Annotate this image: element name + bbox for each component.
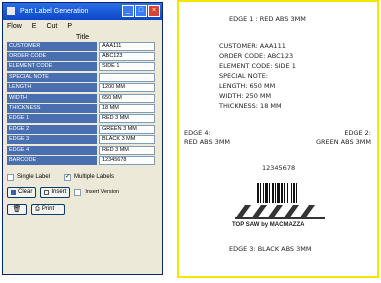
field-label: LENGTH [7,83,97,93]
edge-4-input[interactable]: RED 3 MM [99,145,155,155]
label-order-code: ORDER CODE: ABC123 [219,52,294,60]
multiple-labels-checkbox[interactable]: ✓ [64,173,72,181]
field-label: EDGE 4 [7,145,97,155]
label-barcode-number: 12345678 [262,164,296,172]
label-edge-4-title: EDGE 4: [184,129,211,137]
length-input[interactable]: 1200 MM [99,83,155,93]
label-thickness: THICKNESS: 18 MM [219,102,282,110]
label-brand: TOP SAW by MACMAZZA [232,222,305,228]
label-edge-4-value: RED ABS 3MM [184,138,231,146]
field-label: EDGE 3 [7,135,97,145]
field-label: BARCODE [7,155,97,165]
menu-item-cut[interactable]: Cut [46,20,57,33]
width-input[interactable]: 650 MM [99,93,155,103]
label-edge-2-value: GREEN ABS 3MM [315,138,371,146]
barcode-input[interactable]: 12345678 [99,155,155,165]
special-note-input[interactable] [99,72,155,82]
insert-button[interactable]: Insert [40,186,71,198]
label-edge-1: EDGE 1 : RED ABS 3MM [229,15,306,23]
app-icon [7,7,15,16]
window-titlebar: Part Label Generation _ □ × [3,3,162,20]
label-length: LENGTH: 650 MM [219,82,276,90]
single-label-text: Single Label [17,174,51,181]
field-row-order-code: ORDER CODE ABC123 [7,51,162,62]
element-code-input[interactable]: SIDE 1 [99,62,155,72]
menu-bar: Flow E Cut P [3,20,162,33]
label-width: WIDTH: 250 MM [219,92,272,100]
field-row-edge-3: EDGE 3 BLACK 3 MM [7,135,162,145]
print-button-label: Print [41,205,55,212]
clear-button-label: Clear [18,188,33,195]
bin-button[interactable]: 🗑 [7,203,27,215]
insert-version-text: Insert Version [85,189,119,196]
edge-1-input[interactable]: RED 3 MM [99,114,155,124]
field-row-special-note: SPECIAL NOTE [7,72,162,82]
edge-2-input[interactable]: GREEN 3 MM [99,124,155,134]
field-row-customer: CUSTOMER AAA111 [7,41,162,51]
label-mode-options: Single Label ✓ Multiple Labels [7,173,158,181]
field-label: THICKNESS [7,104,97,114]
field-label: ORDER CODE [7,52,97,62]
action-row-2: 🗑 ⎙ Print [7,203,158,215]
trash-icon: 🗑 [12,205,22,213]
label-edge-3: EDGE 3: BLACK ABS 3MM [229,245,312,253]
field-row-thickness: THICKNESS 18 MM [7,103,162,114]
barcode-image [257,183,305,203]
menu-item-p[interactable]: P [67,20,72,33]
customer-input[interactable]: AAA111 [99,41,155,51]
field-row-edge-4: EDGE 4 RED 3 MM [7,145,162,155]
field-row-length: LENGTH 1200 MM [7,83,162,93]
eraser-icon [11,189,16,195]
edge-3-input[interactable]: BLACK 3 MM [99,135,155,145]
insert-version-checkbox[interactable] [74,188,82,196]
field-label: EDGE 1 [7,114,97,124]
label-element-code: ELEMENT CODE: SIDE 1 [219,62,296,70]
label-preview: EDGE 1 : RED ABS 3MM CUSTOMER: AAA111 OR… [177,0,379,278]
printer-icon: ⎙ [35,205,40,212]
field-label: EDGE 2 [7,124,97,134]
field-row-barcode: BARCODE 12345678 [7,155,162,165]
minimize-button[interactable]: _ [122,5,134,17]
form-title: Title [76,34,89,41]
multiple-labels-text: Multiple Labels [74,174,115,181]
thickness-input[interactable]: 18 MM [99,104,155,114]
insert-icon [44,189,50,195]
fields-list: CUSTOMER AAA111 ORDER CODE ABC123 ELEMEN… [3,41,162,166]
maximize-button[interactable]: □ [135,5,147,17]
menu-item-flow[interactable]: Flow [7,20,22,33]
field-label: ELEMENT CODE [7,62,97,72]
label-edge-2-title: EDGE 2: [344,129,371,137]
menu-item-e[interactable]: E [32,20,37,33]
field-row-edge-2: EDGE 2 GREEN 3 MM [7,124,162,134]
window-title: Part Label Generation [19,8,89,15]
field-label: CUSTOMER [7,41,97,51]
field-label: WIDTH [7,93,97,103]
label-special-note: SPECIAL NOTE: [219,72,268,80]
single-label-checkbox[interactable] [7,173,14,181]
field-row-width: WIDTH 650 MM [7,93,162,103]
field-row-element-code: ELEMENT CODE SIDE 1 [7,62,162,72]
field-row-edge-1: EDGE 1 RED 3 MM [7,114,162,124]
action-row-1: Clear Insert Insert Version [7,186,158,198]
barcode-bar [297,183,299,203]
insert-button-label: Insert [51,188,67,195]
top-saw-logo [235,205,325,219]
close-button[interactable]: × [148,5,160,17]
label-customer: CUSTOMER: AAA111 [219,42,286,50]
print-button[interactable]: ⎙ Print [31,203,65,215]
label-generator-window: Part Label Generation _ □ × Flow E Cut P… [2,2,163,275]
clear-button[interactable]: Clear [7,186,37,198]
order-code-input[interactable]: ABC123 [99,52,155,62]
field-label: SPECIAL NOTE [7,72,97,82]
